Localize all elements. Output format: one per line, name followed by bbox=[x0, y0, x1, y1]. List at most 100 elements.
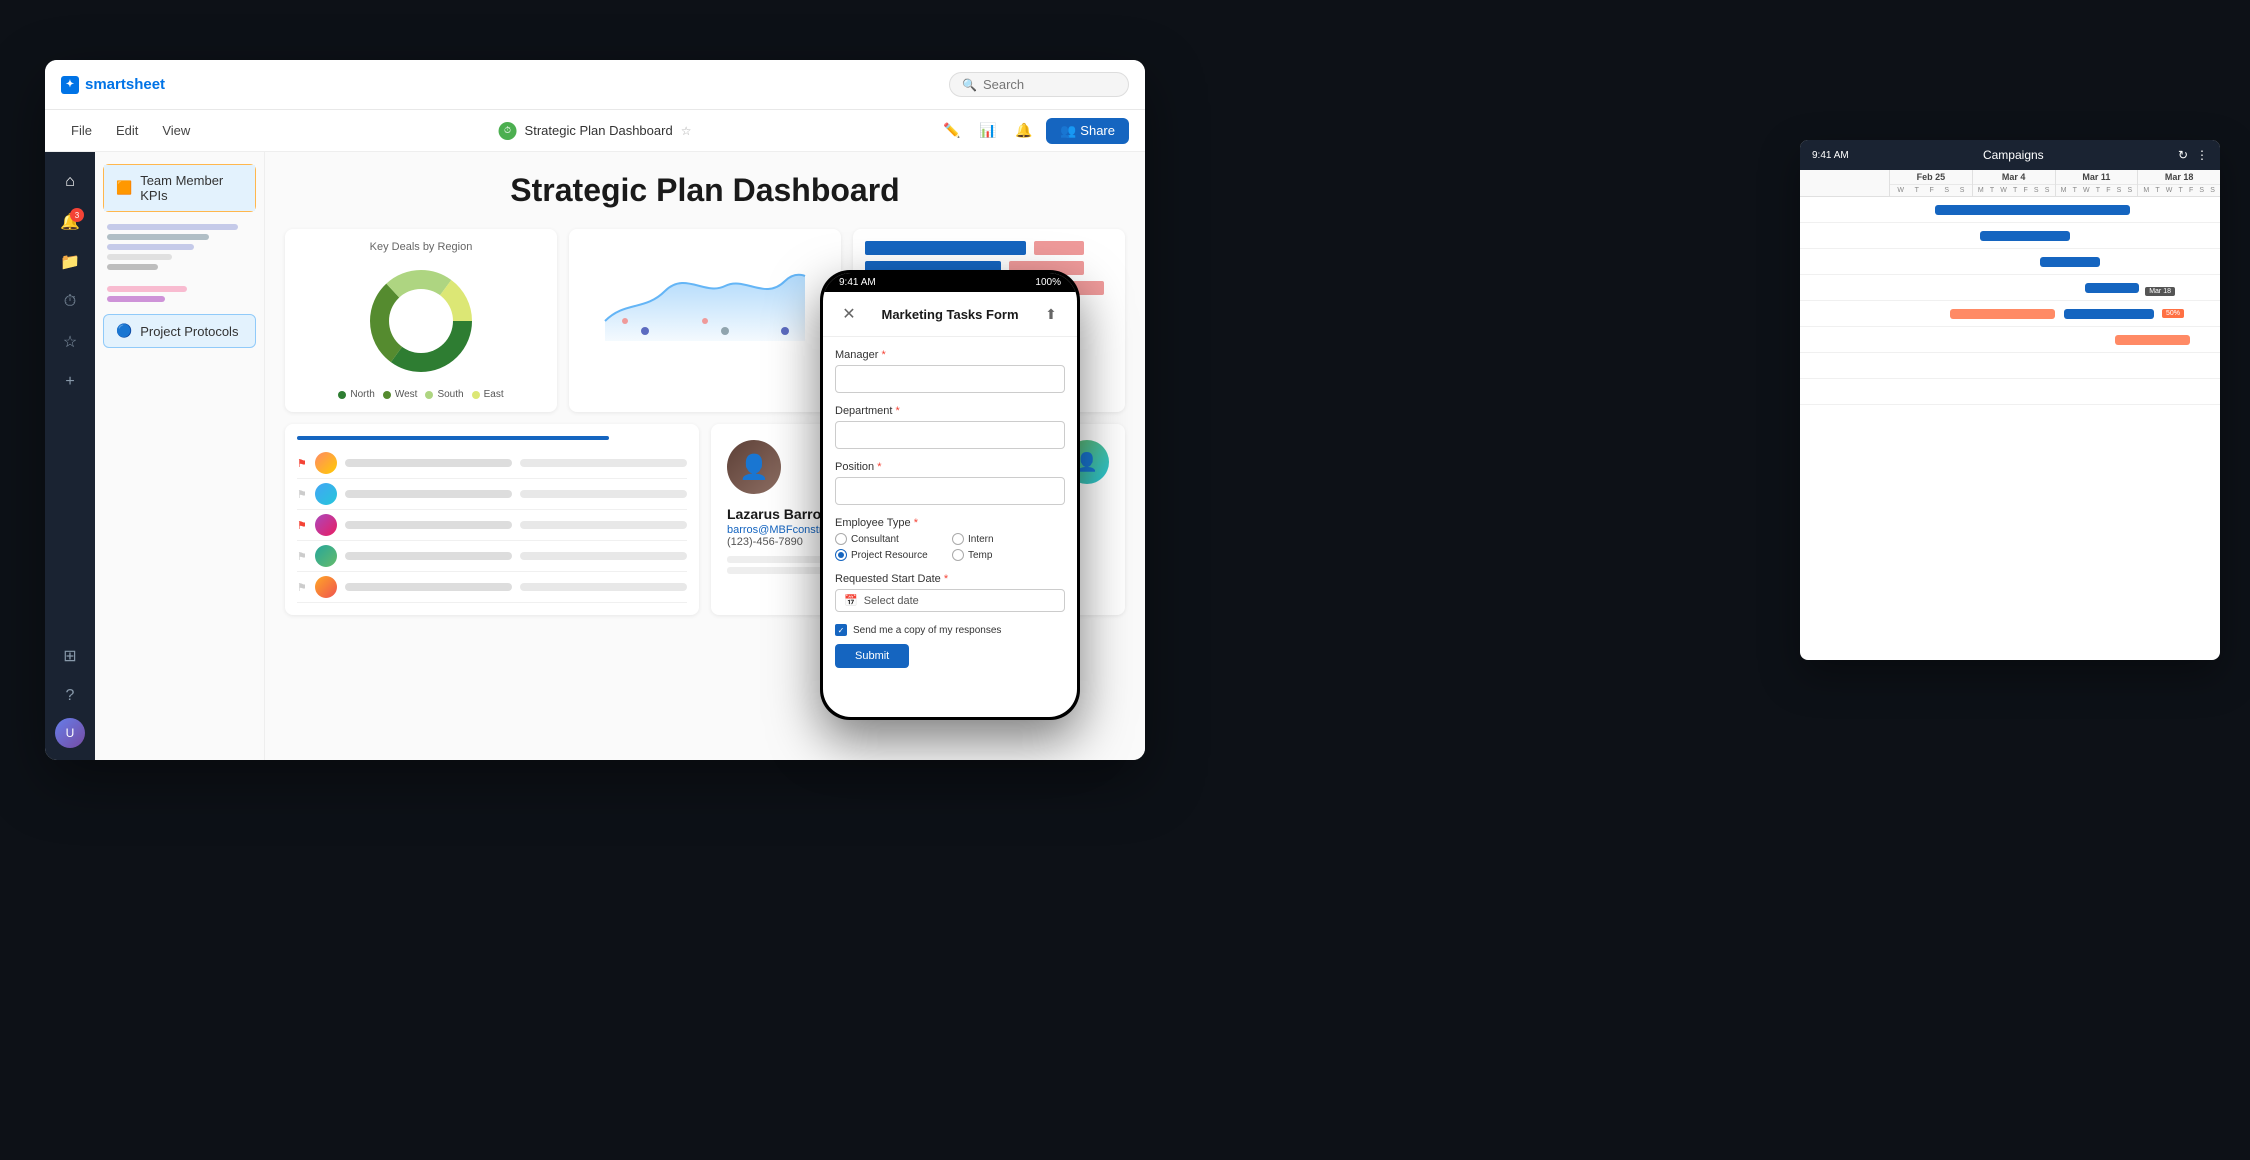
menu-view[interactable]: View bbox=[152, 119, 200, 142]
home-icon: ⌂ bbox=[65, 173, 75, 191]
share-button[interactable]: 👥 Share bbox=[1046, 118, 1129, 144]
date-group-label-1: Feb 25 bbox=[1890, 170, 1972, 185]
kpis-icon: 🟧 bbox=[116, 180, 132, 196]
table-row-2: ⚑ bbox=[297, 479, 687, 510]
legend-east-label: East bbox=[484, 389, 504, 400]
department-input[interactable] bbox=[835, 421, 1065, 449]
nav-item-protocols-label[interactable]: 🔵 Project Protocols bbox=[104, 315, 255, 347]
sidebar: ⌂ 🔔 3 📁 ⏱ ☆ + bbox=[45, 152, 95, 760]
area-chart-widget bbox=[569, 229, 841, 412]
user-avatar[interactable]: U bbox=[55, 718, 85, 748]
legend-north: North bbox=[338, 389, 374, 400]
doc-title-text: Strategic Plan Dashboard bbox=[525, 123, 673, 138]
sidebar-add[interactable]: + bbox=[52, 364, 88, 400]
sidebar-home[interactable]: ⌂ bbox=[52, 164, 88, 200]
grid-icon: ⊞ bbox=[63, 646, 76, 666]
nav-item-label[interactable]: 🟧 Team Member KPIs bbox=[104, 165, 255, 211]
flag-gray-2: ⚑ bbox=[297, 488, 307, 501]
gantt-row-6 bbox=[1800, 327, 2220, 353]
star-icon: ☆ bbox=[63, 332, 77, 352]
gantt-chart-7 bbox=[1920, 353, 2220, 378]
sidebar-help[interactable]: ? bbox=[52, 678, 88, 714]
date-group-label-4: Mar 18 bbox=[2138, 170, 2220, 185]
nav-panel: 🟧 Team Member KPIs bbox=[95, 152, 265, 760]
gantt-bar-1 bbox=[1935, 205, 2130, 215]
radio-dot bbox=[838, 552, 844, 558]
date-days-4: MTWTFSS bbox=[2138, 185, 2220, 196]
gantt-bar-3 bbox=[2040, 257, 2100, 267]
copy-checkbox[interactable]: ✓ bbox=[835, 624, 847, 636]
search-icon: 🔍 bbox=[962, 78, 977, 92]
gantt-dates-header: Feb 25 WTFSS Mar 4 MTWTFSS Mar 11 MTWTFS… bbox=[1800, 170, 2220, 197]
row-text-8 bbox=[520, 552, 687, 560]
manager-input[interactable] bbox=[835, 365, 1065, 393]
radio-temp[interactable]: Temp bbox=[952, 549, 1065, 561]
phone-close-btn[interactable]: ✕ bbox=[835, 300, 863, 328]
gantt-chart-2 bbox=[1920, 223, 2220, 248]
gantt-more-icon[interactable]: ⋮ bbox=[2196, 148, 2208, 162]
sidebar-folders[interactable]: 📁 bbox=[52, 244, 88, 280]
bar-blue-1 bbox=[865, 241, 1026, 255]
legend-dot-east bbox=[472, 391, 480, 399]
sidebar-favorites[interactable]: ☆ bbox=[52, 324, 88, 360]
position-input[interactable] bbox=[835, 477, 1065, 505]
gantt-chart-8 bbox=[1920, 379, 2220, 404]
gantt-row-1 bbox=[1800, 197, 2220, 223]
row-avatar-2 bbox=[315, 483, 337, 505]
row-text-2 bbox=[520, 459, 687, 467]
date-picker[interactable]: 📅 Select date bbox=[835, 589, 1065, 612]
sidebar-recent[interactable]: ⏱ bbox=[52, 284, 88, 320]
phone-time: 9:41 AM bbox=[839, 277, 876, 288]
date-days-3: MTWTFSS bbox=[2056, 185, 2138, 196]
phone-header: ✕ Marketing Tasks Form ⬆ bbox=[823, 292, 1077, 337]
sidebar-notifications[interactable]: 🔔 3 bbox=[52, 204, 88, 240]
bar-orange-1 bbox=[1034, 241, 1084, 255]
start-date-field: Requested Start Date * 📅 Select date bbox=[835, 573, 1065, 612]
calendar-icon: 📅 bbox=[844, 594, 858, 607]
row-avatar-4 bbox=[315, 545, 337, 567]
radio-project-resource[interactable]: Project Resource bbox=[835, 549, 948, 561]
sparkline-row bbox=[107, 234, 209, 240]
legend-south: South bbox=[425, 389, 463, 400]
gantt-chart-5: Mar 18 50% bbox=[1920, 301, 2220, 326]
date-col-feb25: Feb 25 WTFSS bbox=[1890, 170, 1973, 196]
nav-item-team-kpis[interactable]: 🟧 Team Member KPIs bbox=[103, 164, 256, 212]
submit-button[interactable]: Submit bbox=[835, 644, 909, 668]
app-logo: ✦ smartsheet bbox=[61, 76, 165, 94]
date-col-mar18: Mar 18 MTWTFSS bbox=[2138, 170, 2220, 196]
sidebar-apps[interactable]: ⊞ bbox=[52, 638, 88, 674]
nav-item-protocols[interactable]: 🔵 Project Protocols bbox=[103, 314, 256, 348]
star-icon[interactable]: ☆ bbox=[681, 124, 692, 138]
edit-icon-btn[interactable]: ✏️ bbox=[938, 117, 966, 145]
row-text-7 bbox=[345, 552, 512, 560]
share-icon: 👥 bbox=[1060, 123, 1076, 139]
menu-edit[interactable]: Edit bbox=[106, 119, 148, 142]
gantt-chart-3 bbox=[1920, 249, 2220, 274]
legend-dot-west bbox=[383, 391, 391, 399]
search-container[interactable]: 🔍 bbox=[949, 72, 1129, 97]
protocols-icon: 🔵 bbox=[116, 323, 132, 339]
legend-south-label: South bbox=[437, 389, 463, 400]
gantt-header: 9:41 AM Campaigns ↻ ⋮ bbox=[1800, 140, 2220, 170]
gantt-title-text: Campaigns bbox=[1983, 148, 2044, 162]
dashboard-title: Strategic Plan Dashboard bbox=[285, 172, 1125, 209]
gantt-refresh-icon[interactable]: ↻ bbox=[2178, 148, 2188, 162]
phone-share-btn[interactable]: ⬆ bbox=[1037, 300, 1065, 328]
employee-type-field: Employee Type * Consultant Intern bbox=[835, 517, 1065, 561]
radio-consultant[interactable]: Consultant bbox=[835, 533, 948, 545]
gantt-row-7 bbox=[1800, 353, 2220, 379]
menu-file[interactable]: File bbox=[61, 119, 102, 142]
date-col-mar4: Mar 4 MTWTFSS bbox=[1973, 170, 2056, 196]
radio-intern[interactable]: Intern bbox=[952, 533, 1065, 545]
table-header-bar bbox=[297, 436, 609, 440]
manager-field: Manager * bbox=[835, 349, 1065, 393]
row-text-3 bbox=[345, 490, 512, 498]
phone-form-title: Marketing Tasks Form bbox=[881, 307, 1018, 322]
folder-icon: 📁 bbox=[60, 252, 80, 272]
search-input[interactable] bbox=[983, 77, 1103, 92]
phone-form: Manager * Department * Position * bbox=[823, 337, 1077, 717]
progress-badge: 50% bbox=[2162, 309, 2184, 318]
gantt-chart-4 bbox=[1920, 275, 2220, 300]
present-icon-btn[interactable]: 📊 bbox=[974, 117, 1002, 145]
notify-icon-btn[interactable]: 🔔 bbox=[1010, 117, 1038, 145]
